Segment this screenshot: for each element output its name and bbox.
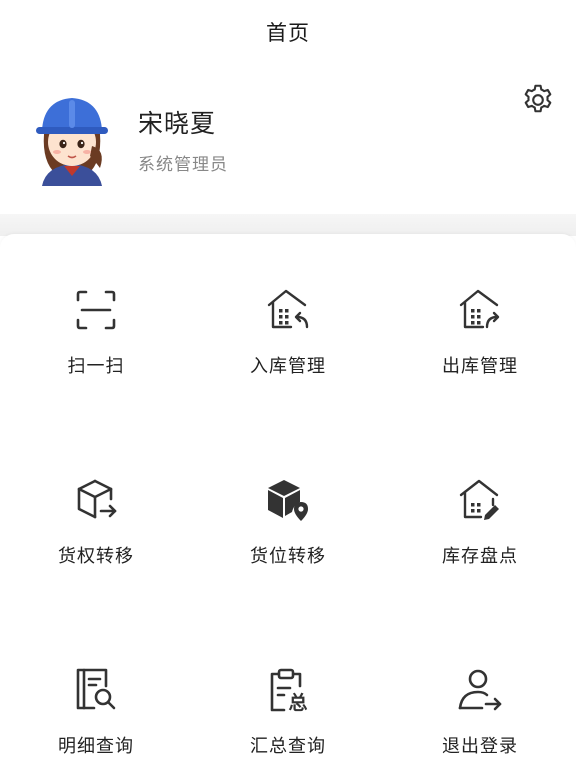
menu-inbound[interactable]: 入库管理 bbox=[192, 286, 384, 406]
avatar-image bbox=[36, 98, 108, 186]
svg-text:总: 总 bbox=[288, 691, 307, 714]
home-page: 首页 宋晓夏 系统管理员 扫一扫 入库管理 出库管理 货权转移 货位转移 库存盘… bbox=[0, 0, 576, 768]
page-title: 首页 bbox=[266, 21, 310, 45]
section-divider bbox=[0, 214, 576, 236]
menu-label: 汇总查询 bbox=[250, 736, 326, 757]
menu-label: 货权转移 bbox=[58, 546, 134, 567]
box-location-icon bbox=[264, 476, 312, 524]
menu-outbound[interactable]: 出库管理 bbox=[384, 286, 576, 406]
menu-label: 退出登录 bbox=[442, 736, 518, 757]
user-name: 宋晓夏 bbox=[138, 109, 217, 138]
menu-inventory-check[interactable]: 库存盘点 bbox=[384, 476, 576, 596]
scan-icon bbox=[72, 286, 120, 334]
user-role: 系统管理员 bbox=[138, 155, 228, 175]
menu-detail-query[interactable]: 明细查询 bbox=[0, 666, 192, 768]
document-search-icon bbox=[72, 666, 120, 714]
menu-logout[interactable]: 退出登录 bbox=[384, 666, 576, 768]
profile-section: 宋晓夏 系统管理员 bbox=[0, 64, 576, 214]
menu-scan[interactable]: 扫一扫 bbox=[0, 286, 192, 406]
function-grid: 扫一扫 入库管理 出库管理 货权转移 货位转移 库存盘点 明细查询 总 汇总查询… bbox=[0, 234, 576, 768]
clipboard-summary-icon: 总 bbox=[264, 666, 312, 714]
avatar[interactable] bbox=[28, 90, 116, 186]
menu-ownership-transfer[interactable]: 货权转移 bbox=[0, 476, 192, 596]
menu-label: 入库管理 bbox=[250, 356, 326, 377]
settings-button[interactable] bbox=[518, 80, 558, 120]
warehouse-outbound-icon bbox=[456, 286, 504, 334]
menu-label: 明细查询 bbox=[58, 736, 134, 757]
menu-label: 货位转移 bbox=[250, 546, 326, 567]
menu-summary-query[interactable]: 总 汇总查询 bbox=[192, 666, 384, 768]
menu-label: 扫一扫 bbox=[67, 356, 125, 377]
box-transfer-icon bbox=[72, 476, 120, 524]
menu-label: 库存盘点 bbox=[442, 546, 518, 567]
warehouse-edit-icon bbox=[456, 476, 504, 524]
nav-bar: 首页 bbox=[0, 0, 576, 64]
gear-icon bbox=[524, 84, 552, 113]
menu-location-transfer[interactable]: 货位转移 bbox=[192, 476, 384, 596]
user-logout-icon bbox=[456, 666, 504, 714]
menu-label: 出库管理 bbox=[442, 356, 518, 377]
warehouse-inbound-icon bbox=[264, 286, 312, 334]
